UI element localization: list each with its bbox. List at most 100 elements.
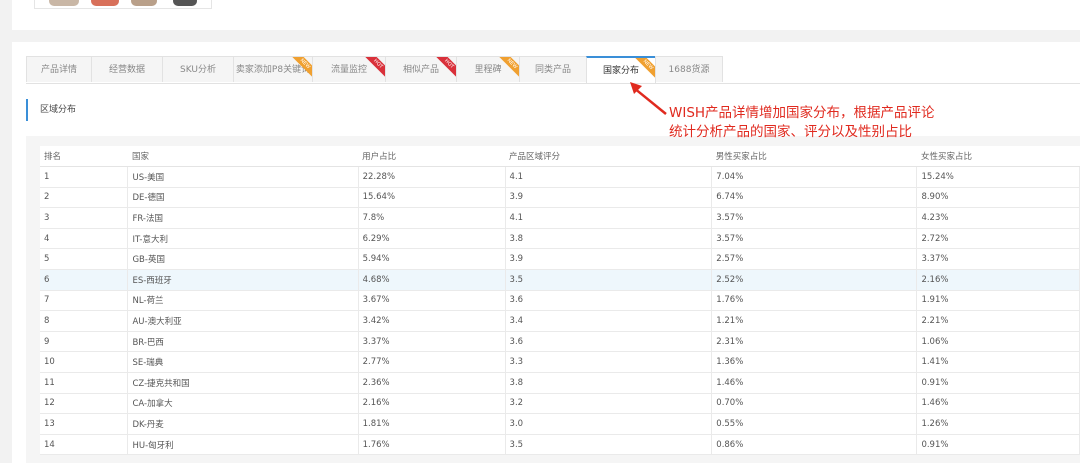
- table-cell: 4.1: [505, 166, 713, 188]
- table-cell: 13: [40, 413, 129, 435]
- tab-bar: 产品详情 经营数据 SKU分析 卖家添加P8关键词 NEW 流量监控 HOT 相似产品 HOT 里…: [26, 56, 1080, 84]
- table-cell: FR-法国: [127, 207, 359, 229]
- table-cell: 2.16%: [358, 393, 506, 415]
- product-thumbnail[interactable]: [34, 0, 212, 9]
- table-cell: 3.37%: [358, 331, 506, 353]
- country-distribution-table: 排名 国家 用户占比 产品区域评分 男性买家占比 女性买家占比 1 US-美国 22.28% 4…: [40, 146, 1080, 456]
- tab-label: 国家分布: [602, 66, 639, 76]
- table-cell: 2.77%: [358, 351, 506, 373]
- tab-label: 1688货源: [668, 65, 710, 75]
- table-cell: 2.21%: [916, 310, 1080, 332]
- table-cell: 14: [40, 434, 129, 456]
- table-row[interactable]: 5 GB-英国 5.94% 3.9 2.57% 3.37%: [40, 248, 1080, 270]
- table-row[interactable]: 14 HU-匈牙利 1.76% 3.5 0.86% 0.91%: [40, 434, 1080, 456]
- tab-label: 同类产品: [534, 65, 571, 75]
- table-row[interactable]: 7 NL-荷兰 3.67% 3.6 1.76% 1.91%: [40, 290, 1080, 312]
- column-header[interactable]: 男性买家占比: [711, 146, 917, 167]
- table-cell: 6: [40, 269, 129, 291]
- tab-item[interactable]: 卖家添加P8关键词 NEW: [233, 56, 313, 82]
- table-cell: 2.57%: [711, 248, 918, 270]
- table-row[interactable]: 2 DE-德国 15.64% 3.9 6.74% 8.90%: [40, 187, 1080, 209]
- table-cell: 10: [40, 351, 129, 373]
- table-cell: 4.68%: [358, 269, 506, 291]
- table-row[interactable]: 1 US-美国 22.28% 4.1 7.04% 15.24%: [40, 166, 1080, 188]
- table-cell: 1.36%: [711, 351, 918, 373]
- table-cell: 3.0: [505, 413, 713, 435]
- column-header[interactable]: 国家: [127, 146, 359, 167]
- table-row[interactable]: 9 BR-巴西 3.37% 3.6 2.31% 1.06%: [40, 331, 1080, 353]
- table-cell: 0.70%: [711, 393, 918, 415]
- table-cell: 2: [40, 187, 129, 209]
- table-cell: 6.74%: [711, 187, 918, 209]
- table-cell: 5: [40, 248, 129, 270]
- table-cell: ES-西班牙: [127, 269, 359, 291]
- table-cell: 9: [40, 331, 129, 353]
- table-cell: 0.91%: [916, 434, 1080, 456]
- table-row[interactable]: 10 SE-瑞典 2.77% 3.3 1.36% 1.41%: [40, 351, 1080, 373]
- table-cell: 0.91%: [916, 372, 1080, 394]
- table-cell: 1.76%: [711, 290, 918, 312]
- table-row[interactable]: 11 CZ-捷克共和国 2.36% 3.8 1.46% 0.91%: [40, 372, 1080, 394]
- tab-label: 产品详情: [40, 65, 77, 75]
- annotation-line-1: WISH产品详情增加国家分布，根据产品评论: [669, 105, 935, 121]
- table-cell: 3.8: [505, 372, 713, 394]
- table-cell: US-美国: [127, 166, 359, 188]
- column-header[interactable]: 产品区域评分: [505, 146, 712, 167]
- table-cell: 3.5: [505, 269, 713, 291]
- column-header[interactable]: 女性买家占比: [916, 146, 1080, 167]
- section-title: 区域分布: [26, 99, 76, 121]
- table-row[interactable]: 4 IT-意大利 6.29% 3.8 3.57% 2.72%: [40, 228, 1080, 250]
- table-cell: 4: [40, 228, 129, 250]
- table-cell: 8: [40, 310, 129, 332]
- column-header[interactable]: 用户占比: [358, 146, 506, 167]
- table-cell: 15.24%: [916, 166, 1080, 188]
- table-cell: 1.91%: [916, 290, 1080, 312]
- tab-item[interactable]: 产品详情: [26, 56, 92, 82]
- table-cell: 7: [40, 290, 129, 312]
- table-cell: 4.23%: [916, 207, 1080, 229]
- table-cell: 0.86%: [711, 434, 918, 456]
- tab-item[interactable]: 同类产品: [519, 56, 587, 82]
- country-table-container: 排名 国家 用户占比 产品区域评分 男性买家占比 女性买家占比 1 US-美国 22.28% 4…: [26, 136, 1080, 463]
- tab-item[interactable]: 里程碑 NEW: [456, 56, 520, 82]
- table-row[interactable]: 13 DK-丹麦 1.81% 3.0 0.55% 1.26%: [40, 413, 1080, 435]
- table-cell: 8.90%: [916, 187, 1080, 209]
- table-cell: 3.2: [505, 393, 713, 415]
- table-row[interactable]: 8 AU-澳大利亚 3.42% 3.4 1.21% 2.21%: [40, 310, 1080, 332]
- tab-item[interactable]: 经营数据: [91, 56, 163, 82]
- tab-label: 经营数据: [108, 65, 145, 75]
- table-cell: 4.1: [505, 207, 713, 229]
- table-cell: 7.8%: [358, 207, 506, 229]
- tab-item[interactable]: SKU分析: [162, 56, 234, 82]
- table-cell: 1.26%: [916, 413, 1080, 435]
- table-cell: 2.31%: [711, 331, 918, 353]
- tab-item[interactable]: 流量监控 HOT: [312, 56, 386, 82]
- table-cell: 3.6: [505, 331, 713, 353]
- table-cell: 3.57%: [711, 228, 918, 250]
- table-cell: 2.16%: [916, 269, 1080, 291]
- table-cell: 1: [40, 166, 129, 188]
- table-cell: GB-英国: [127, 248, 359, 270]
- tab-item[interactable]: 相似产品 HOT: [385, 56, 457, 82]
- table-header-row: 排名 国家 用户占比 产品区域评分 男性买家占比 女性买家占比: [40, 146, 1080, 167]
- table-cell: AU-澳大利亚: [127, 310, 359, 332]
- table-cell: 1.06%: [916, 331, 1080, 353]
- table-cell: 1.46%: [711, 372, 918, 394]
- table-cell: 1.41%: [916, 351, 1080, 373]
- table-cell: BR-巴西: [127, 331, 359, 353]
- column-header[interactable]: 排名: [40, 146, 128, 167]
- table-cell: 22.28%: [358, 166, 506, 188]
- table-cell: CA-加拿大: [127, 393, 359, 415]
- table-cell: 3.8: [505, 228, 713, 250]
- table-row[interactable]: 12 CA-加拿大 2.16% 3.2 0.70% 1.46%: [40, 393, 1080, 415]
- table-row[interactable]: 3 FR-法国 7.8% 4.1 3.57% 4.23%: [40, 207, 1080, 229]
- product-header-card: [12, 0, 1080, 30]
- table-cell: IT-意大利: [127, 228, 359, 250]
- annotation-line-2: 统计分析产品的国家、评分以及性别占比: [669, 124, 912, 140]
- table-row[interactable]: 6 ES-西班牙 4.68% 3.5 2.52% 2.16%: [40, 269, 1080, 291]
- table-cell: 2.72%: [916, 228, 1080, 250]
- table-cell: 5.94%: [358, 248, 506, 270]
- table-cell: 2.52%: [711, 269, 918, 291]
- tab-label: 里程碑: [474, 65, 502, 75]
- table-cell: 6.29%: [358, 228, 506, 250]
